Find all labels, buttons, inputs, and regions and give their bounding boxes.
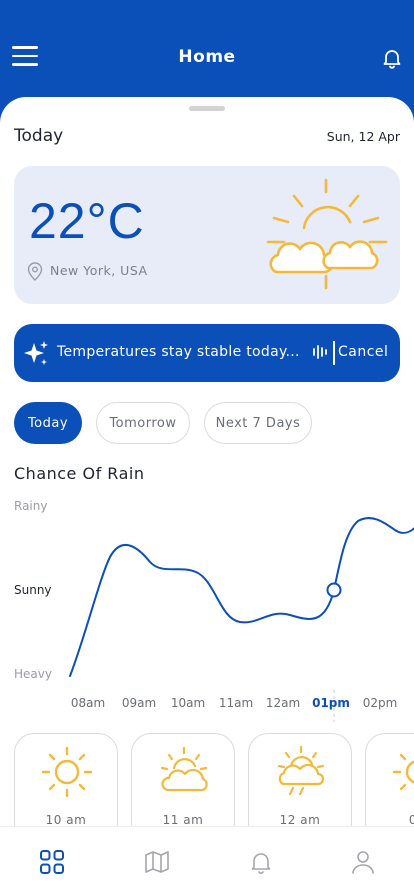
y-label-sunny: Sunny bbox=[14, 583, 52, 597]
x-label: 12am bbox=[266, 696, 300, 710]
user-icon[interactable] bbox=[350, 849, 376, 875]
x-label: 11am bbox=[219, 696, 253, 710]
map-icon[interactable] bbox=[144, 849, 170, 875]
sun-icon bbox=[41, 746, 93, 798]
x-label: 02pm bbox=[363, 696, 398, 710]
rain-chance-chart: Rainy Sunny Heavy 08am 09am 10am 11am 12am 01pm 0… bbox=[14, 499, 414, 722]
forecast-time: 11 am bbox=[162, 813, 204, 827]
current-temperature: 22°C bbox=[29, 193, 145, 249]
rain-chart-title: Chance Of Rain bbox=[14, 464, 145, 483]
rain-line bbox=[69, 517, 414, 677]
sun-cloud-icon bbox=[160, 746, 208, 792]
location-label: New York, USA bbox=[50, 263, 148, 278]
tab-today[interactable]: Today bbox=[14, 402, 82, 444]
assistant-divider bbox=[333, 341, 335, 365]
x-label: 08am bbox=[71, 696, 105, 710]
sun-icon bbox=[392, 753, 414, 791]
date-label: Sun, 12 Apr bbox=[326, 129, 400, 144]
cancel-button[interactable]: Cancel bbox=[338, 344, 388, 360]
app-header: Home bbox=[0, 0, 414, 110]
notification-bell-icon[interactable] bbox=[380, 46, 404, 70]
x-label: 09am bbox=[122, 696, 156, 710]
assistant-bar[interactable]: Temperatures stay stable today... Cancel bbox=[14, 324, 400, 382]
current-weather-card: 22°C New York, USA bbox=[14, 166, 400, 304]
x-label: 01pm bbox=[312, 696, 350, 710]
y-label-heavy: Heavy bbox=[14, 667, 52, 681]
bottom-navigation bbox=[0, 826, 414, 896]
content-sheet: Today Sun, 12 Apr 22°C New York, USA Tem… bbox=[0, 97, 414, 896]
day-label: Today bbox=[14, 126, 64, 146]
tab-tomorrow[interactable]: Tomorrow bbox=[96, 402, 190, 444]
page-title: Home bbox=[178, 47, 236, 67]
sparkle-icon bbox=[24, 341, 48, 365]
assistant-message: Temperatures stay stable today... bbox=[57, 344, 300, 360]
bell-icon[interactable] bbox=[248, 849, 274, 875]
sun-cloud-rain-icon bbox=[277, 745, 325, 796]
sun-cloud-icon bbox=[266, 178, 388, 290]
x-label: 10am bbox=[171, 696, 205, 710]
highlight-point[interactable] bbox=[326, 582, 342, 598]
forecast-time: 12 am bbox=[279, 813, 321, 827]
grid-icon[interactable] bbox=[39, 849, 65, 875]
forecast-time: 01 bbox=[408, 813, 414, 827]
tab-next-7-days[interactable]: Next 7 Days bbox=[204, 402, 312, 444]
drag-handle[interactable] bbox=[189, 106, 225, 111]
forecast-time: 10 am bbox=[45, 813, 87, 827]
location-pin-icon bbox=[27, 262, 43, 281]
y-label-rainy: Rainy bbox=[14, 499, 47, 513]
voice-wave-icon[interactable] bbox=[312, 344, 328, 360]
